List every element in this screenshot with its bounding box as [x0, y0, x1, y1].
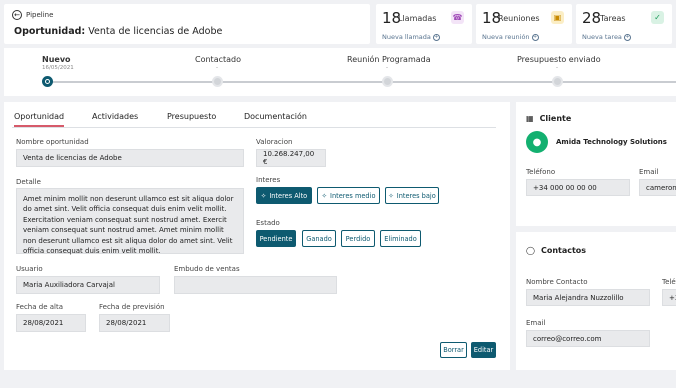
plus-icon[interactable]: + — [432, 33, 440, 41]
page-title-label: Oportunidad: — [14, 26, 86, 37]
cliente-email-label: Email — [639, 168, 659, 176]
cliente-card: ▦ Cliente ● Amida Technology Solutions T… — [516, 102, 676, 226]
contacto-telefono-label: Teléf — [662, 278, 676, 286]
pipeline-track — [50, 81, 676, 83]
opportunity-form-card: Oportunidad Actividades Presupuesto Docu… — [4, 102, 510, 370]
valoracion-label: Valoracion — [256, 138, 293, 146]
stage-presupuesto-date: - — [556, 65, 558, 71]
user-icon: ◯ — [526, 246, 535, 255]
new-task-link[interactable]: Nueva tarea + — [582, 33, 631, 41]
estado-eliminado-chip[interactable]: Eliminado — [380, 230, 421, 247]
tab-actividades[interactable]: Actividades — [92, 112, 138, 121]
estado-ganado-chip[interactable]: Ganado — [302, 230, 336, 247]
usuario-label: Usuario — [16, 265, 43, 273]
cliente-telefono-label: Teléfono — [526, 168, 556, 176]
tab-documentacion[interactable]: Documentación — [244, 112, 307, 121]
tab-bar: Oportunidad Actividades Presupuesto Docu… — [12, 110, 496, 128]
meetings-stat-card: 18 Reuniones ▣ Nueva reunión + — [476, 4, 572, 44]
estado-perdido-chip[interactable]: Perdido — [341, 230, 375, 247]
tasks-count: 28 — [582, 9, 602, 27]
back-label[interactable]: Pipeline — [26, 11, 53, 19]
contacto-telefono-field[interactable]: +3 — [662, 289, 676, 306]
contactos-card: ◯ Contactos Nombre Contacto Maria Alejan… — [516, 232, 676, 370]
contactos-heading-label: Contactos — [540, 246, 587, 255]
arrow-left-icon[interactable]: ← — [12, 10, 22, 20]
interes-bajo-chip[interactable]: ✧ Interes bajo — [385, 187, 439, 204]
sparkle-icon: ✧ — [388, 191, 394, 200]
calls-stat-card: 18 Llamadas ☎ Nueva llamada + — [376, 4, 472, 44]
valoracion-field[interactable]: 10.268.247,00 € — [256, 149, 326, 167]
contactos-heading: ◯ Contactos — [526, 246, 586, 255]
tab-oportunidad[interactable]: Oportunidad — [14, 112, 65, 127]
briefcase-icon: ▣ — [551, 11, 564, 24]
contacto-nombre-field[interactable]: Maria Alejandra Nuzzolillo — [526, 289, 650, 306]
cliente-telefono-field[interactable]: +34 000 00 00 00 — [526, 179, 630, 196]
contacto-email-label: Email — [526, 319, 546, 327]
contacto-email-field[interactable]: correo@correo.com — [526, 330, 650, 347]
usuario-field[interactable]: Maria Auxiliadora Carvajal — [16, 276, 160, 294]
borrar-button[interactable]: Borrar — [440, 342, 467, 358]
editar-button[interactable]: Editar — [471, 342, 496, 358]
new-meeting-link[interactable]: Nueva reunión + — [482, 33, 539, 41]
stage-reunion-dot[interactable] — [382, 76, 393, 87]
stage-nuevo-date: 16/05/2021 — [42, 65, 74, 71]
task-check-icon: ✓ — [651, 11, 664, 24]
interes-medio-chip[interactable]: ✧ Interes medio — [317, 187, 380, 204]
building-icon: ▦ — [526, 114, 534, 123]
tab-presupuesto[interactable]: Presupuesto — [167, 112, 216, 121]
interes-medio-label: Interes medio — [330, 191, 376, 200]
interes-alto-label: Interes Alto — [269, 191, 308, 200]
fecha-alta-field[interactable]: 28/08/2021 — [16, 314, 86, 332]
fecha-prevision-field[interactable]: 28/08/2021 — [99, 314, 170, 332]
new-task-label[interactable]: Nueva tarea — [582, 33, 622, 41]
estado-label: Estado — [256, 219, 280, 227]
pipeline-stepper: Nuevo 16/05/2021 Contactado - Reunión Pr… — [4, 48, 676, 96]
stage-reunion-label[interactable]: Reunión Programada — [347, 55, 431, 64]
stage-nuevo-dot[interactable] — [42, 76, 53, 87]
cliente-email-field[interactable]: cameron_ — [639, 179, 676, 196]
cliente-heading: ▦ Cliente — [526, 114, 571, 123]
new-call-link[interactable]: Nueva llamada + — [382, 33, 440, 41]
estado-pendiente-chip[interactable]: Pendiente — [256, 230, 296, 247]
stage-presupuesto-dot[interactable] — [552, 76, 563, 87]
back-to-pipeline-link[interactable]: ← Pipeline — [12, 10, 53, 20]
nombre-label: Nombre oportunidad — [16, 138, 89, 146]
embudo-field[interactable] — [174, 276, 337, 294]
tasks-stat-card: 28 Tareas ✓ Nueva tarea + — [576, 4, 672, 44]
new-meeting-label[interactable]: Nueva reunión — [482, 33, 530, 41]
fecha-alta-label: Fecha de alta — [16, 303, 63, 311]
stage-nuevo-label[interactable]: Nuevo — [42, 55, 71, 64]
sparkle-icon: ✧ — [260, 191, 267, 200]
calls-label: Llamadas — [398, 14, 437, 23]
plus-icon[interactable]: + — [623, 33, 631, 41]
nombre-field[interactable]: Venta de licencias de Adobe — [16, 149, 244, 167]
phone-icon: ☎ — [451, 11, 464, 24]
meetings-label: Reuniones — [498, 14, 540, 23]
interes-bajo-label: Interes bajo — [396, 191, 436, 200]
new-call-label[interactable]: Nueva llamada — [382, 33, 431, 41]
interes-alto-chip[interactable]: ✧ Interes Alto — [256, 187, 312, 204]
stage-reunion-date: - — [386, 65, 388, 71]
contacto-nombre-label: Nombre Contacto — [526, 278, 588, 286]
detalle-textarea[interactable]: Amet minim mollit non deserunt ullamco e… — [16, 188, 244, 255]
interes-label: Interes — [256, 176, 281, 184]
stage-contactado-dot[interactable] — [212, 76, 223, 87]
opportunity-header: ← Pipeline Oportunidad: Venta de licenci… — [4, 4, 370, 44]
company-logo: ● — [526, 131, 548, 153]
detalle-label: Detalle — [16, 178, 41, 186]
cliente-heading-label: Cliente — [539, 114, 572, 123]
plus-icon[interactable]: + — [531, 33, 539, 41]
page-title: Oportunidad: Venta de licencias de Adobe — [14, 26, 222, 37]
sparkle-icon: ✧ — [321, 191, 328, 200]
company-name: Amida Technology Solutions — [556, 138, 667, 146]
embudo-label: Embudo de ventas — [174, 265, 240, 273]
tasks-label: Tareas — [600, 14, 626, 23]
stage-contactado-label[interactable]: Contactado — [195, 55, 241, 64]
fecha-prevision-label: Fecha de previsión — [99, 303, 165, 311]
stage-presupuesto-label[interactable]: Presupuesto enviado — [517, 55, 601, 64]
page-title-value: Venta de licencias de Adobe — [88, 26, 223, 37]
stage-contactado-date: - — [216, 65, 218, 71]
